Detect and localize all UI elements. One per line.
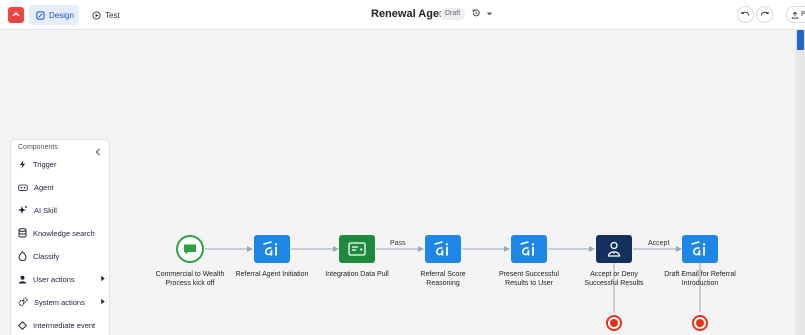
chevron-left-icon	[95, 148, 100, 156]
component-label: Agent	[34, 182, 54, 192]
component-trigger[interactable]: Trigger	[18, 157, 106, 171]
diamond-icon	[18, 320, 27, 330]
node-label-referral-agent-initiation: Referral Agent Initiation	[235, 271, 309, 278]
edge-label-accept: Accept	[648, 240, 670, 247]
component-agent[interactable]: Agent	[18, 180, 106, 194]
person-task-icon	[607, 241, 621, 257]
components-panel-title: Components	[18, 144, 58, 151]
chevron-right-icon	[101, 298, 105, 305]
ai-logo-icon	[520, 241, 535, 256]
user-icon	[18, 275, 27, 284]
node-accept-or-deny[interactable]	[596, 235, 632, 263]
component-label: Knowledge search	[33, 228, 95, 238]
lightning-icon	[19, 159, 26, 169]
chevron-right-icon	[101, 275, 105, 282]
node-label-present-successful-results: Present Successful Results to User	[499, 271, 559, 287]
node-label-draft-email: Draft Email for Referral Introduction	[664, 271, 736, 287]
component-label: Classify	[33, 251, 60, 261]
component-classify[interactable]: Classify	[18, 249, 106, 263]
ai-logo-icon	[263, 241, 278, 256]
classify-icon	[18, 251, 27, 261]
component-intermediate-event[interactable]: Intermediate event	[18, 318, 106, 332]
component-label: AI Skill	[34, 205, 57, 215]
integration-card-icon	[348, 242, 366, 256]
agent-icon	[18, 184, 28, 191]
component-label: User actions	[33, 274, 75, 284]
component-label: System actions	[34, 297, 85, 307]
node-present-successful-results[interactable]	[511, 235, 547, 263]
database-icon	[18, 228, 27, 238]
end-event-node[interactable]	[692, 315, 708, 331]
components-panel: Components Trigger Agent AI Skill Knowle…	[10, 139, 110, 335]
node-label-accept-or-deny: Accept or Deny Successful Results	[584, 271, 644, 287]
end-event-node[interactable]	[606, 315, 622, 331]
node-label-integration-data-pull: Integration Data Pull	[325, 271, 389, 278]
component-label: Trigger	[33, 159, 57, 169]
node-label-start: Commercial to Wealth Process kick off	[155, 271, 225, 287]
component-knowledge-search[interactable]: Knowledge search	[18, 226, 106, 240]
component-label: Intermediate event	[33, 320, 96, 330]
gears-icon	[18, 297, 28, 307]
node-referral-score-reasoning[interactable]	[425, 235, 461, 263]
node-integration-data-pull[interactable]	[339, 235, 375, 263]
component-ai-skill[interactable]: AI Skill	[18, 203, 106, 217]
ai-logo-icon	[691, 241, 706, 256]
ai-logo-icon	[434, 241, 449, 256]
edge-label-pass: Pass	[390, 240, 406, 247]
node-referral-agent-initiation[interactable]	[254, 235, 290, 263]
sparkle-icon	[18, 205, 28, 214]
node-draft-email[interactable]	[682, 235, 718, 263]
chat-bubble-icon	[184, 244, 196, 255]
component-system-actions[interactable]: System actions	[18, 295, 106, 309]
start-event-node[interactable]	[176, 235, 204, 263]
component-user-actions[interactable]: User actions	[18, 272, 106, 286]
node-label-referral-score-reasoning: Referral Score Reasoning	[420, 271, 466, 287]
end-event-dot	[696, 319, 704, 327]
end-event-dot	[610, 319, 618, 327]
